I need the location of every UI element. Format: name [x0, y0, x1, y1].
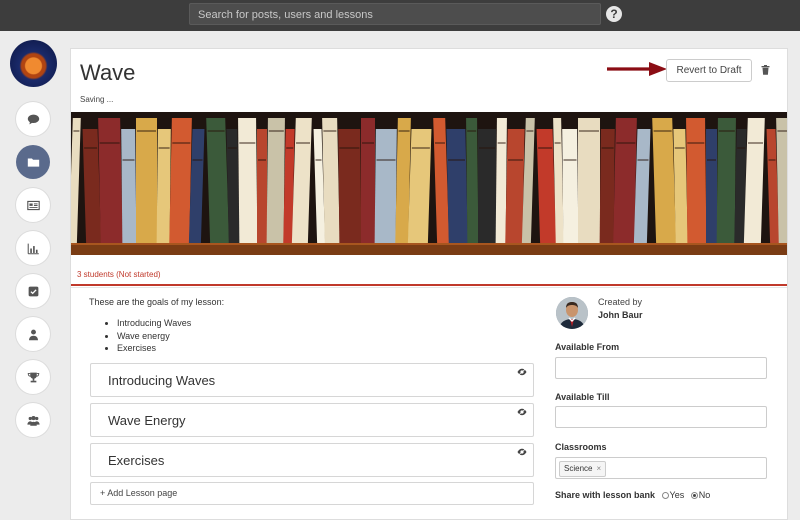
- saving-status: Saving ...: [80, 95, 114, 104]
- sidebar-item-profile[interactable]: [16, 317, 50, 351]
- lesson-page-item[interactable]: Wave Energy: [90, 403, 534, 437]
- creator-avatar: [556, 297, 588, 329]
- available-till-label: Available Till: [555, 392, 610, 402]
- classrooms-label: Classrooms: [555, 442, 607, 452]
- lesson-page-item[interactable]: Exercises: [90, 443, 534, 477]
- share-yes-radio[interactable]: [661, 492, 669, 499]
- revert-to-draft-button[interactable]: Revert to Draft: [666, 59, 752, 82]
- goal-item: Exercises: [117, 342, 191, 355]
- bar-chart-icon: [27, 243, 39, 254]
- users-group-icon: [26, 415, 40, 426]
- share-with-lesson-bank: Share with lesson bank Yes No: [555, 490, 710, 500]
- user-avatar[interactable]: [10, 40, 57, 87]
- created-by-label: Created by: [598, 297, 643, 307]
- newspaper-icon: [26, 200, 40, 210]
- divider: [71, 287, 787, 288]
- user-icon: [28, 329, 38, 340]
- sidebar-item-groups[interactable]: [16, 403, 50, 437]
- lesson-page-item[interactable]: Introducing Waves: [90, 363, 534, 397]
- sidebar-item-lessons[interactable]: [16, 145, 50, 179]
- eye-icon[interactable]: [517, 368, 527, 376]
- arrow-right-icon: [607, 62, 667, 76]
- sidebar-item-tasks[interactable]: [16, 274, 50, 308]
- goals-list: Introducing Waves Wave energy Exercises: [105, 317, 191, 355]
- lesson-page-title: Introducing Waves: [108, 373, 216, 388]
- goal-item: Wave energy: [117, 330, 191, 343]
- goal-item: Introducing Waves: [117, 317, 191, 330]
- sidebar-item-messages[interactable]: [16, 102, 50, 136]
- add-lesson-page-button[interactable]: + Add Lesson page: [90, 482, 534, 505]
- students-status[interactable]: 3 students (Not started): [77, 270, 161, 279]
- available-from-label: Available From: [555, 342, 620, 352]
- chat-bubble-icon: [27, 114, 39, 124]
- share-label: Share with lesson bank: [555, 490, 656, 500]
- sidebar-item-achievements[interactable]: [16, 360, 50, 394]
- checkbox-icon: [28, 286, 38, 296]
- remove-tag-icon[interactable]: ×: [596, 464, 601, 473]
- top-bar: Search for posts, users and lessons ?: [0, 0, 800, 31]
- folder-icon: [27, 157, 39, 167]
- lesson-page-title: Wave Energy: [108, 413, 186, 428]
- help-icon[interactable]: ?: [606, 6, 622, 22]
- lesson-banner-image: [71, 112, 787, 255]
- available-from-field[interactable]: [555, 357, 767, 379]
- eye-icon[interactable]: [517, 408, 527, 416]
- sidebar-item-news[interactable]: [16, 188, 50, 222]
- share-no-radio[interactable]: [690, 492, 698, 499]
- lesson-title[interactable]: Wave: [80, 60, 135, 86]
- lesson-page-title: Exercises: [108, 453, 165, 468]
- share-yes-label[interactable]: Yes: [670, 490, 685, 500]
- status-divider: [71, 284, 787, 286]
- goals-intro: These are the goals of my lesson:: [89, 297, 225, 307]
- trash-icon[interactable]: [761, 65, 770, 75]
- available-till-field[interactable]: [555, 406, 767, 428]
- classroom-tag: Science ×: [559, 461, 607, 477]
- classroom-tag-label: Science: [564, 464, 593, 473]
- trophy-icon: [27, 372, 39, 382]
- classrooms-field[interactable]: Science ×: [555, 457, 767, 479]
- share-no-label[interactable]: No: [699, 490, 711, 500]
- search-input[interactable]: Search for posts, users and lessons: [189, 3, 601, 25]
- lesson-card: Wave Saving ... Revert to Draft 3 studen…: [70, 48, 788, 520]
- eye-icon[interactable]: [517, 448, 527, 456]
- creator-name[interactable]: John Baur: [598, 310, 643, 320]
- sidebar-item-reports[interactable]: [16, 231, 50, 265]
